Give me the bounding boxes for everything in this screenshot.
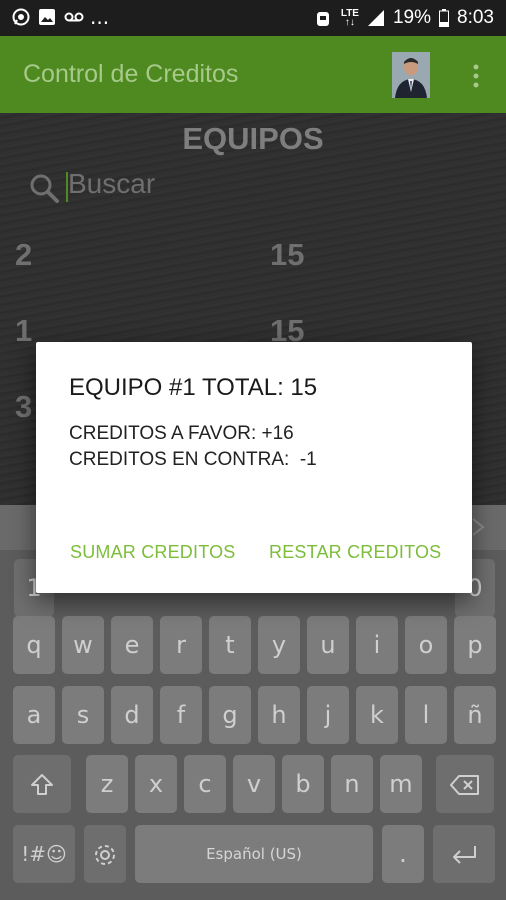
key-e[interactable]: e [111, 616, 153, 674]
backspace-icon [450, 770, 480, 798]
search-bar[interactable]: Buscar [28, 168, 328, 204]
team-credits: 15 [270, 237, 305, 272]
page-title: EQUIPOS [182, 121, 324, 156]
app-title: Control de Creditos [23, 60, 239, 88]
list-item[interactable]: 2 15 [0, 237, 506, 297]
key-b[interactable]: b [282, 755, 324, 813]
add-credits-button[interactable]: SUMAR CREDITOS [70, 542, 236, 563]
dialog-title: EQUIPO #1 TOTAL: 15 [69, 374, 318, 401]
key-y[interactable]: y [258, 616, 300, 674]
key-k[interactable]: k [356, 686, 398, 744]
key-j[interactable]: j [307, 686, 349, 744]
battery-percent: 19% [392, 7, 432, 28]
key-r[interactable]: r [160, 616, 202, 674]
key-x[interactable]: x [135, 755, 177, 813]
key-u[interactable]: u [307, 616, 349, 674]
enter-icon [449, 840, 479, 868]
key-m[interactable]: m [380, 755, 422, 813]
app-bar: Control de Creditos [0, 36, 506, 113]
key-period[interactable]: . [382, 825, 424, 883]
key-s[interactable]: s [62, 686, 104, 744]
key-f[interactable]: f [160, 686, 202, 744]
overflow-menu-icon[interactable] [466, 61, 486, 91]
key-l[interactable]: l [405, 686, 447, 744]
more-notifications: ... [90, 5, 110, 29]
alarm-icon [315, 9, 333, 27]
key-n-tilde[interactable]: ñ [454, 686, 496, 744]
team-number: 2 [15, 237, 33, 272]
team-credits-dialog: EQUIPO #1 TOTAL: 15 CREDITOS A FAVOR: +1… [36, 342, 472, 593]
key-i[interactable]: i [356, 616, 398, 674]
avatar[interactable] [392, 52, 430, 98]
key-n[interactable]: n [331, 755, 373, 813]
image-icon [38, 8, 56, 26]
voicemail-icon [64, 8, 84, 26]
key-p[interactable]: p [454, 616, 496, 674]
gear-icon [92, 840, 118, 868]
key-d[interactable]: d [111, 686, 153, 744]
key-v[interactable]: v [233, 755, 275, 813]
subtract-credits-button[interactable]: RESTAR CREDITOS [269, 542, 441, 563]
key-g[interactable]: g [209, 686, 251, 744]
team-number: 3 [15, 389, 33, 424]
status-bar: ... LTE ↑↓ 19% 8:03 [0, 0, 506, 36]
settings-key[interactable] [84, 825, 126, 883]
space-key[interactable]: Español (US) [135, 825, 373, 883]
credits-against: CREDITOS EN CONTRA: -1 [69, 449, 317, 470]
key-z[interactable]: z [86, 755, 128, 813]
key-a[interactable]: a [13, 686, 55, 744]
team-number: 1 [15, 313, 33, 348]
key-c[interactable]: c [184, 755, 226, 813]
credits-in-favor: CREDITOS A FAVOR: +16 [69, 423, 294, 444]
symbols-key[interactable]: !#☺ [13, 825, 75, 883]
shift-key[interactable] [13, 755, 71, 813]
search-icon [28, 172, 60, 209]
key-o[interactable]: o [405, 616, 447, 674]
network-type: LTE ↑↓ [340, 8, 359, 28]
chevron-right-icon[interactable] [470, 517, 486, 542]
key-t[interactable]: t [209, 616, 251, 674]
clock: 8:03 [457, 7, 494, 28]
key-h[interactable]: h [258, 686, 300, 744]
whatsapp-icon [12, 8, 30, 26]
enter-key[interactable] [433, 825, 495, 883]
shift-icon [29, 770, 55, 798]
key-q[interactable]: q [13, 616, 55, 674]
backspace-key[interactable] [436, 755, 494, 813]
search-input[interactable]: Buscar [68, 168, 155, 200]
key-w[interactable]: w [62, 616, 104, 674]
signal-icon [367, 9, 385, 27]
battery-icon [439, 9, 450, 27]
